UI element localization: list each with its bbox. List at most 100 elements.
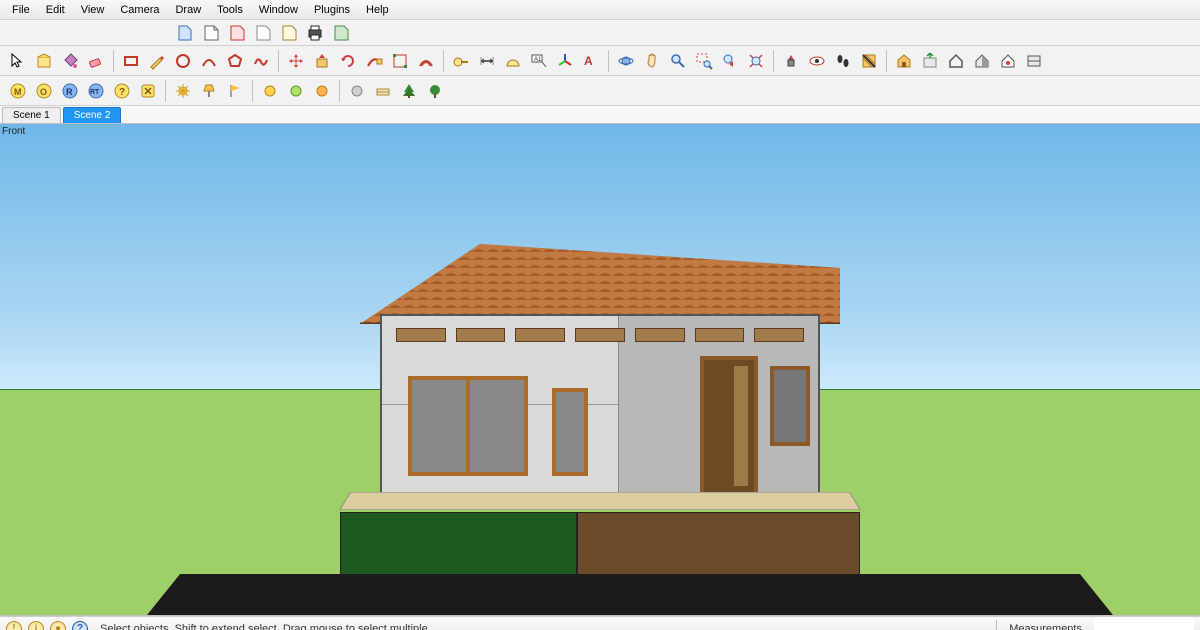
select-tool[interactable]: [6, 49, 30, 73]
menu-tools[interactable]: Tools: [209, 2, 251, 18]
outline[interactable]: O: [32, 79, 56, 103]
new-file-icon[interactable]: [174, 22, 196, 44]
dimension-tool[interactable]: [475, 49, 499, 73]
zoom-tool[interactable]: [666, 49, 690, 73]
svg-text:R: R: [66, 87, 73, 97]
status-help-icon[interactable]: ?: [72, 621, 88, 630]
menu-file[interactable]: File: [4, 2, 38, 18]
menu-view[interactable]: View: [73, 2, 113, 18]
pushpull-tool[interactable]: [310, 49, 334, 73]
roof: [360, 244, 840, 324]
render[interactable]: R: [58, 79, 82, 103]
menubar: FileEditViewCameraDrawToolsWindowPlugins…: [0, 0, 1200, 20]
rectangle-tool[interactable]: [119, 49, 143, 73]
dot1[interactable]: [258, 79, 282, 103]
orbit-tool[interactable]: [614, 49, 638, 73]
section-tool[interactable]: [857, 49, 881, 73]
text-tool[interactable]: A1: [527, 49, 551, 73]
vent-row: [396, 328, 804, 342]
styles[interactable]: [996, 49, 1020, 73]
open-file-icon[interactable]: [200, 22, 222, 44]
status-bar: ! i ● ? Select objects. Shift to extend …: [0, 616, 1200, 630]
viewport[interactable]: Front: [0, 124, 1200, 616]
render-rt[interactable]: RT: [84, 79, 108, 103]
position-camera[interactable]: [779, 49, 803, 73]
followme-tool[interactable]: [362, 49, 386, 73]
scene-tab[interactable]: Scene 1: [2, 107, 61, 123]
shadows[interactable]: [970, 49, 994, 73]
menu-plugins[interactable]: Plugins: [306, 2, 358, 18]
rotate-tool[interactable]: [336, 49, 360, 73]
main-toolbar-row-1: A1 A: [0, 46, 1200, 76]
axes-tool[interactable]: [553, 49, 577, 73]
scene-tab[interactable]: Scene 2: [63, 107, 122, 123]
move-tool[interactable]: [284, 49, 308, 73]
model-info[interactable]: [944, 49, 968, 73]
menu-edit[interactable]: Edit: [38, 2, 73, 18]
walk-tool[interactable]: [831, 49, 855, 73]
measurements-label: Measurements: [1003, 623, 1088, 630]
previous-view[interactable]: [718, 49, 742, 73]
main-toolbar-row-2: MOR RT?: [0, 76, 1200, 106]
viewport-label: Front: [2, 126, 25, 137]
circle-tool[interactable]: [171, 49, 195, 73]
menu-help[interactable]: Help: [358, 2, 397, 18]
menu-draw[interactable]: Draw: [167, 2, 209, 18]
tree1[interactable]: [397, 79, 421, 103]
road: [111, 574, 1149, 616]
scale-tool[interactable]: [388, 49, 412, 73]
doc-1-icon[interactable]: [252, 22, 274, 44]
front-door: [700, 356, 758, 496]
svg-text:?: ?: [119, 87, 125, 98]
measurements-input[interactable]: [1094, 620, 1194, 630]
pan-tool[interactable]: [640, 49, 664, 73]
help-badge[interactable]: ?: [110, 79, 134, 103]
make-component[interactable]: [32, 49, 56, 73]
side-window: [770, 366, 810, 446]
svg-text:M: M: [14, 87, 22, 97]
menu-camera[interactable]: Camera: [112, 2, 167, 18]
offset-tool[interactable]: [414, 49, 438, 73]
wall-right-section: [618, 316, 818, 492]
paint-bucket[interactable]: [58, 49, 82, 73]
freehand-tool[interactable]: [249, 49, 273, 73]
eraser[interactable]: [84, 49, 108, 73]
dot2[interactable]: [284, 79, 308, 103]
print-icon[interactable]: [304, 22, 326, 44]
svg-text:RT: RT: [90, 89, 100, 96]
doc-3-icon[interactable]: [330, 22, 352, 44]
flag[interactable]: [223, 79, 247, 103]
sun[interactable]: [171, 79, 195, 103]
zoom-extents[interactable]: [744, 49, 768, 73]
status-icon-1[interactable]: !: [6, 621, 22, 630]
svg-text:A1: A1: [534, 57, 542, 63]
layers[interactable]: [1022, 49, 1046, 73]
match-1[interactable]: M: [6, 79, 30, 103]
3dtext-tool[interactable]: A: [579, 49, 603, 73]
wall: [380, 314, 820, 494]
get-models[interactable]: [892, 49, 916, 73]
line-tool[interactable]: [145, 49, 169, 73]
status-icon-2[interactable]: i: [28, 621, 44, 630]
status-text: Select objects. Shift to extend select. …: [94, 623, 990, 630]
look-around[interactable]: [805, 49, 829, 73]
menu-window[interactable]: Window: [251, 2, 306, 18]
status-icon-3[interactable]: ●: [50, 621, 66, 630]
arc-tool[interactable]: [197, 49, 221, 73]
tape-measure[interactable]: [449, 49, 473, 73]
zoom-window[interactable]: [692, 49, 716, 73]
large-window: [408, 376, 528, 476]
scene-tabs: Scene 1Scene 2: [0, 106, 1200, 124]
doc-2-icon[interactable]: [278, 22, 300, 44]
tools-badge[interactable]: [136, 79, 160, 103]
floor-platform: [339, 492, 860, 510]
lamp[interactable]: [197, 79, 221, 103]
share-model[interactable]: [918, 49, 942, 73]
polygon-tool[interactable]: [223, 49, 247, 73]
tree2[interactable]: [423, 79, 447, 103]
diag[interactable]: [371, 79, 395, 103]
protractor[interactable]: [501, 49, 525, 73]
dot3[interactable]: [310, 79, 334, 103]
save-file-icon[interactable]: [226, 22, 248, 44]
dot4[interactable]: [345, 79, 369, 103]
